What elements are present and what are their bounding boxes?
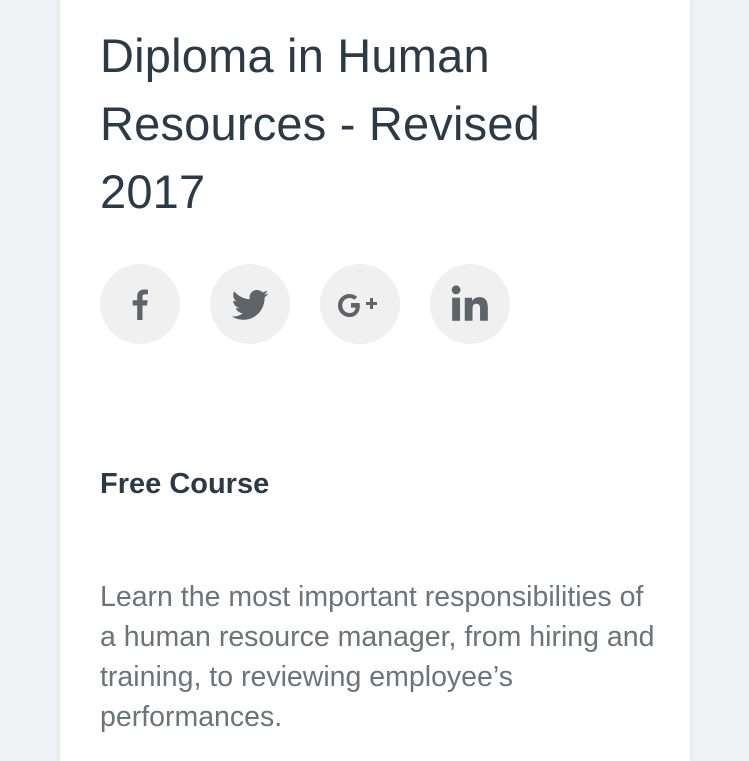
share-google-plus-button[interactable] — [320, 264, 400, 344]
linkedin-icon — [451, 285, 488, 321]
course-title: Diploma in Human Resources - Revised 201… — [100, 29, 541, 218]
share-linkedin-button[interactable] — [430, 264, 510, 344]
course-description: Learn the most important responsibilitie… — [100, 581, 655, 733]
course-card: Diploma in Human Resources - Revised 201… — [60, 0, 690, 761]
facebook-icon — [132, 289, 148, 320]
social-share-row — [100, 264, 510, 344]
google-plus-icon — [338, 294, 377, 317]
share-twitter-button[interactable] — [210, 264, 290, 344]
price-label: Free Course — [100, 468, 270, 500]
share-facebook-button[interactable] — [100, 264, 180, 344]
twitter-icon — [231, 290, 269, 320]
